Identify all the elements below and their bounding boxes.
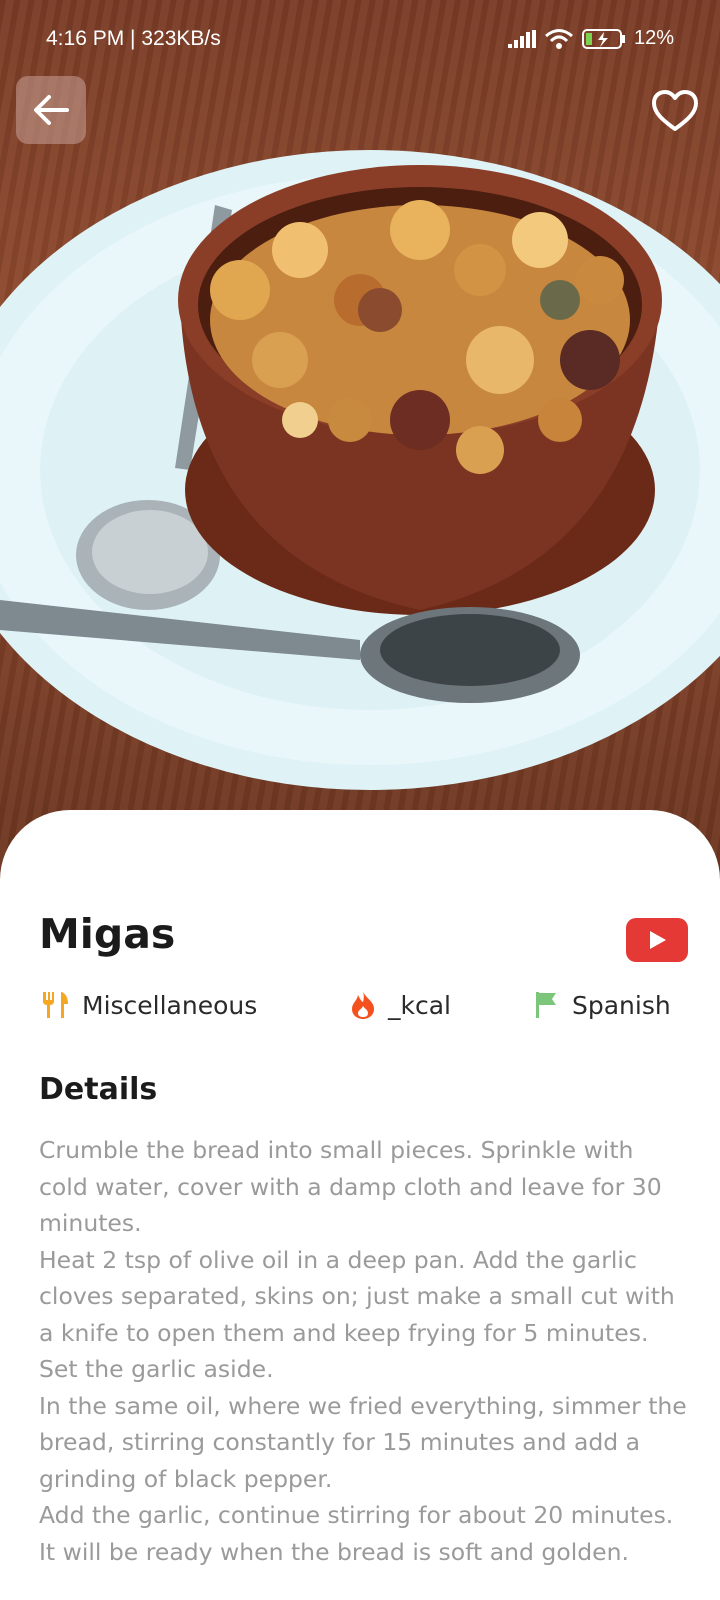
battery-icon [581,28,625,49]
status-right-group: 12% [507,27,674,50]
meal-meta-row: Miscellaneous _kcal Spanish [0,990,720,1026]
arrow-left-icon [34,95,69,125]
wifi-icon [545,28,573,49]
instruction-paragraph: Crumble the bread into small pieces. Spr… [39,1136,662,1237]
battery-percentage: 12% [633,27,674,49]
youtube-button[interactable] [626,918,688,962]
back-button[interactable] [16,76,86,144]
fire-icon [352,991,374,1019]
heart-outline-icon [652,90,698,131]
meal-photo-illustration [0,150,720,790]
youtube-play-icon [650,931,666,949]
meal-category-label: Miscellaneous [82,990,258,1020]
meal-calories: _kcal [350,990,451,1020]
meal-calories-label: _kcal [388,990,451,1020]
meal-title: Migas [39,910,176,958]
instruction-paragraph: In the same oil, where we fried everythi… [39,1391,687,1493]
fork-knife-icon [43,992,68,1018]
meal-area-label: Spanish [572,990,671,1020]
instruction-paragraph: Add the garlic, continue stirring for ab… [39,1501,674,1566]
details-heading: Details [39,1072,158,1107]
instructions-text: Crumble the bread into small pieces. Spr… [39,1132,689,1570]
instruction-paragraph: Heat 2 tsp of olive oil in a deep pan. A… [39,1245,675,1384]
signal-icon [507,29,536,48]
status-time: 4:16 PM | 323KB/s [46,27,221,50]
flag-icon [536,992,556,1018]
meal-image [0,0,720,900]
favorite-button[interactable] [648,84,702,138]
meal-area: Spanish [534,990,671,1020]
meal-category: Miscellaneous [40,990,257,1020]
status-bar: 4:16 PM | 323KB/s 12% [0,0,720,80]
